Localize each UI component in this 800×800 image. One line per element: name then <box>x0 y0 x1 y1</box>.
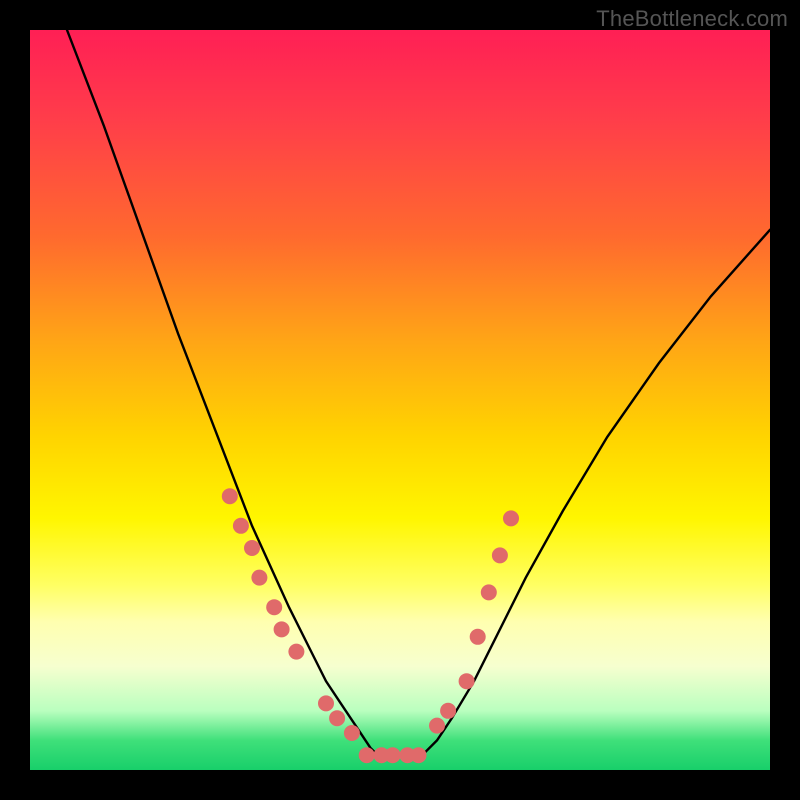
marker-dot <box>344 725 360 741</box>
marker-dot <box>429 718 445 734</box>
left-curve <box>67 30 378 755</box>
marker-dot <box>274 621 290 637</box>
right-dots-group <box>429 510 519 733</box>
marker-dot <box>459 673 475 689</box>
marker-dot <box>251 570 267 586</box>
marker-dot <box>440 703 456 719</box>
curve-svg <box>30 30 770 770</box>
plot-area <box>30 30 770 770</box>
marker-dot <box>244 540 260 556</box>
marker-dot <box>481 584 497 600</box>
marker-dot <box>222 488 238 504</box>
marker-dot <box>385 747 401 763</box>
marker-dot <box>318 695 334 711</box>
watermark-text: TheBottleneck.com <box>596 6 788 32</box>
floor-dots-group <box>359 747 427 763</box>
right-curve <box>422 230 770 755</box>
marker-dot <box>411 747 427 763</box>
marker-dot <box>266 599 282 615</box>
marker-dot <box>288 644 304 660</box>
marker-dot <box>470 629 486 645</box>
marker-dot <box>503 510 519 526</box>
marker-dot <box>359 747 375 763</box>
marker-dot <box>329 710 345 726</box>
marker-dot <box>492 547 508 563</box>
marker-dot <box>233 518 249 534</box>
chart-frame: TheBottleneck.com <box>0 0 800 800</box>
